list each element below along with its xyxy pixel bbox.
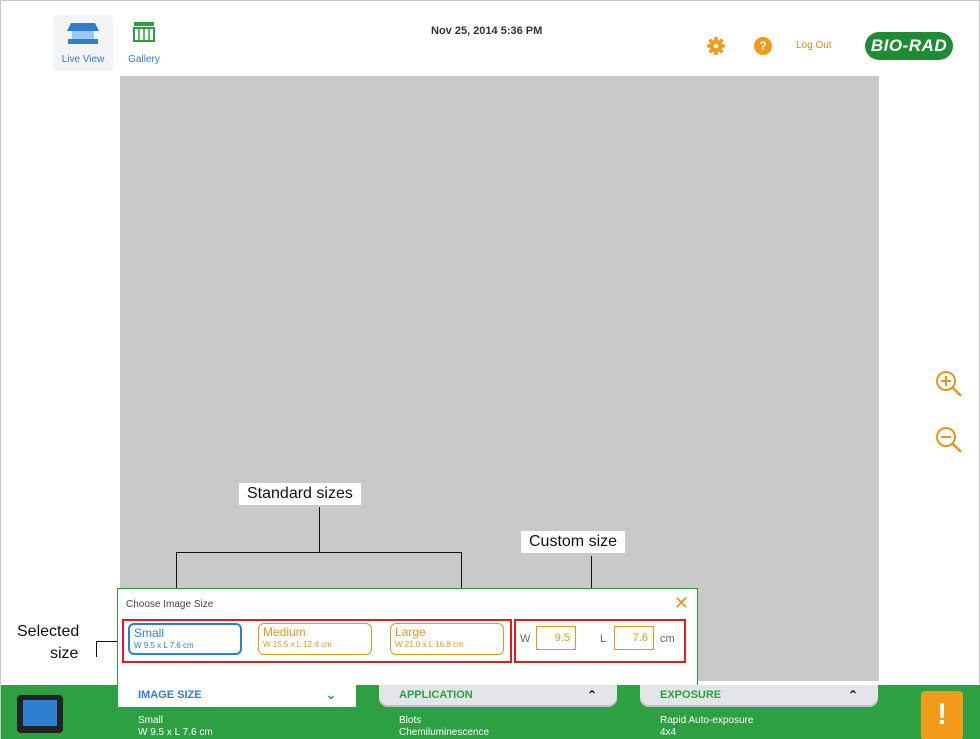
tab-line: W 9.5 x L 7.6 cm	[138, 727, 213, 738]
datetime-display: Nov 25, 2014 5:36 PM	[431, 25, 543, 37]
tab-line: Blots	[399, 715, 422, 726]
panel-title: Choose Image Size	[126, 599, 214, 610]
tab-application-header: APPLICATION ⌃	[379, 685, 617, 707]
tab-image-size[interactable]: IMAGE SIZE ⌄ Small W 9.5 x L 7.6 cm	[118, 685, 356, 739]
live-view-button[interactable]: Live View	[53, 15, 113, 71]
bottom-toolbar: IMAGE SIZE ⌄ Small W 9.5 x L 7.6 cm APPL…	[1, 685, 980, 739]
tab-line: Small	[138, 715, 164, 726]
option-name: Medium	[263, 625, 306, 639]
size-option-medium[interactable]: Medium W 15.5 x L 12.4 cm	[258, 623, 372, 655]
callout-line	[319, 507, 320, 553]
standard-sizes-highlight: Small W 9.5 x L 7.6 cm Medium W 15.5 x L…	[122, 619, 512, 663]
tab-line: Chemiluminescence	[399, 727, 490, 738]
option-name: Large	[395, 625, 426, 639]
tab-application[interactable]: APPLICATION ⌃ Blots Chemiluminescence	[379, 685, 617, 739]
unit-label: cm	[660, 633, 675, 645]
alert-button[interactable]: !	[921, 691, 963, 739]
chevron-up-icon: ⌃	[586, 688, 597, 702]
tab-line: 4x4	[660, 727, 677, 738]
selected-size-callout: Selected	[13, 621, 84, 643]
callout-line	[176, 552, 462, 553]
zoom-out-icon[interactable]	[934, 425, 964, 455]
close-icon[interactable]: ✕	[674, 593, 689, 614]
tab-application-body: Blots Chemiluminescence	[399, 715, 489, 739]
zoom-in-icon[interactable]	[934, 369, 964, 399]
gallery-label: Gallery	[128, 54, 160, 65]
live-view-label: Live View	[61, 54, 105, 65]
logout-link[interactable]: Log Out	[796, 40, 832, 51]
gallery-icon	[133, 22, 155, 42]
tab-title: EXPOSURE	[660, 689, 722, 701]
option-dims: W 9.5 x L 7.6 cm	[134, 641, 194, 650]
option-dims: W 15.5 x L 12.4 cm	[263, 640, 332, 649]
size-option-small[interactable]: Small W 9.5 x L 7.6 cm	[128, 623, 242, 655]
callout-line	[96, 641, 97, 657]
tab-title: APPLICATION	[399, 689, 473, 701]
option-name: Small	[134, 626, 165, 640]
tab-exposure[interactable]: EXPOSURE ⌃ Rapid Auto-exposure 4x4	[640, 685, 878, 739]
length-input[interactable]: 7.6	[614, 626, 654, 650]
gear-icon[interactable]	[707, 37, 725, 55]
live-view-icon	[67, 23, 99, 44]
size-option-large[interactable]: Large W 21.0 x L 16.8 cm	[390, 623, 504, 655]
bio-rad-logo: BIO-RAD	[865, 32, 953, 60]
selected-size-callout-2: size	[46, 643, 83, 665]
tab-exposure-header: EXPOSURE ⌃	[640, 685, 878, 707]
width-input[interactable]: 9.5	[536, 626, 576, 650]
option-dims: W 21.0 x L 16.8 cm	[395, 640, 464, 649]
gallery-button[interactable]: Gallery	[119, 15, 169, 71]
tab-title: IMAGE SIZE	[138, 689, 202, 701]
device-icon[interactable]	[15, 693, 65, 735]
tab-image-size-header: IMAGE SIZE ⌄	[118, 685, 356, 707]
app-window: Live View Gallery Nov 25, 2014 5:36 PM ?…	[0, 0, 980, 739]
tab-exposure-body: Rapid Auto-exposure 4x4	[660, 715, 753, 739]
chevron-up-icon: ⌃	[847, 688, 858, 702]
help-icon[interactable]: ?	[754, 37, 772, 55]
standard-sizes-callout: Standard sizes	[239, 483, 361, 505]
chevron-down-icon: ⌄	[325, 688, 336, 702]
image-size-panel: Choose Image Size ✕ Small W 9.5 x L 7.6 …	[117, 588, 698, 686]
custom-size-highlight: W 9.5 L 7.6 cm	[514, 619, 686, 663]
tab-image-size-body: Small W 9.5 x L 7.6 cm	[138, 715, 213, 739]
length-label: L	[600, 633, 607, 645]
width-label: W	[520, 633, 531, 645]
tab-line: Rapid Auto-exposure	[660, 715, 754, 726]
custom-size-callout: Custom size	[521, 531, 626, 553]
